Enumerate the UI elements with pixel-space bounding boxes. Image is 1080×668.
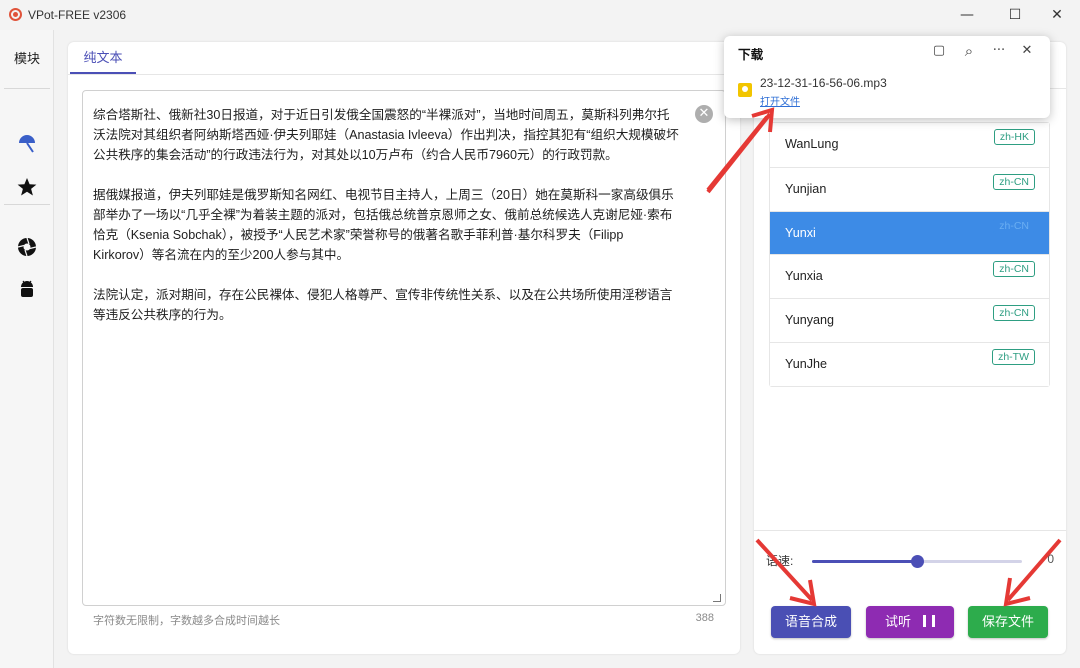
speed-slider-fill — [812, 560, 917, 563]
voice-locale-tag: zh-CN — [993, 173, 1035, 190]
synthesize-button[interactable]: 语音合成 — [771, 606, 851, 638]
voice-item[interactable]: Yunyang zh-CN — [770, 298, 1049, 342]
voice-list: WanLung zh-HK Yunjian zh-CN Yunxi zh-CN Yunxia… — [769, 122, 1050, 387]
title-bar: VPot-FREE v2306 — ☐ ✕ — [0, 0, 1080, 30]
download-title: 下载 — [738, 48, 764, 62]
voice-locale-tag: zh-CN — [993, 305, 1035, 322]
synthesize-label: 语音合成 — [784, 614, 837, 629]
tab-underline — [68, 74, 740, 75]
save-file-button[interactable]: 保存文件 — [968, 606, 1048, 638]
app-logo-icon — [9, 8, 22, 21]
speed-slider[interactable] — [812, 555, 1022, 568]
panel-divider — [754, 530, 1066, 531]
nav-divider — [4, 88, 50, 89]
umbrella-icon[interactable] — [16, 132, 38, 154]
char-limit-hint: 字符数无限制，字数越多合成时间越长 — [93, 615, 280, 627]
voice-locale-tag: zh-HK — [993, 129, 1035, 145]
close-icon[interactable]: ✕ — [1018, 42, 1036, 60]
voice-item[interactable]: YunJhe zh-TW — [770, 341, 1049, 386]
listen-label: 试听 — [884, 614, 911, 629]
voice-locale-tag: zh-CN — [993, 261, 1035, 278]
voice-item[interactable]: Yunxi zh-CN — [770, 210, 1049, 255]
voice-item[interactable]: Yunjian zh-CN — [770, 166, 1049, 211]
audio-file-icon — [738, 83, 752, 97]
voice-locale-tag: zh-CN — [993, 217, 1035, 234]
save-file-label: 保存文件 — [981, 614, 1034, 629]
more-options-icon[interactable]: ··· — [990, 42, 1008, 60]
voice-name: Yunyang — [785, 313, 835, 328]
download-filename[interactable]: 23-12-31-16-56-06.mp3 — [760, 76, 887, 90]
text-paragraph: 法院认定，派对期间，存在公民裸体、侵犯人格尊严、宣传非传统性关系、以及在公共场所… — [93, 288, 673, 322]
nav-title: 模块 — [14, 51, 41, 66]
voice-name: Yunxia — [785, 269, 823, 284]
star-icon[interactable] — [16, 176, 38, 198]
folder-icon[interactable]: ▢ — [930, 42, 948, 60]
minimize-button[interactable]: — — [952, 5, 982, 25]
maximize-button[interactable]: ☐ — [1000, 5, 1030, 25]
voice-item[interactable]: Yunxia zh-CN — [770, 254, 1049, 299]
search-icon[interactable]: ⌕ — [960, 42, 978, 60]
char-count: 388 — [695, 612, 714, 624]
voice-item[interactable]: WanLung zh-HK — [770, 123, 1049, 167]
text-editor-card: 纯文本 综合塔斯社、俄新社30日报道，对于近日引发俄全国震怒的“半裸派对”，当地… — [68, 42, 740, 654]
text-paragraph: 据俄媒报道，伊夫列耶娃是俄罗斯知名网红、电视节目主持人，上周三（20日）她在莫斯… — [93, 188, 674, 262]
aperture-icon[interactable] — [16, 236, 38, 258]
voice-panel: WanLung zh-HK Yunjian zh-CN Yunxi zh-CN Yunxia… — [754, 42, 1066, 654]
voice-name: Yunjian — [785, 181, 827, 196]
voice-name: WanLung — [785, 137, 839, 151]
pause-icon — [923, 615, 935, 627]
speed-label: 语速: — [766, 554, 794, 568]
tab-plain-text[interactable]: 纯文本 — [70, 42, 136, 74]
open-file-link[interactable]: 打开文件 — [760, 93, 800, 108]
clear-text-icon[interactable]: ✕ — [695, 105, 713, 123]
nav-divider — [4, 204, 50, 205]
text-paragraph: 综合塔斯社、俄新社30日报道，对于近日引发俄全国震怒的“半裸派对”，当地时间周五… — [93, 108, 679, 162]
android-icon[interactable] — [16, 278, 38, 300]
voice-name: YunJhe — [785, 356, 828, 371]
voice-locale-tag: zh-TW — [992, 348, 1035, 365]
voice-name: Yunxi — [785, 225, 816, 240]
speed-value: 0 — [1047, 552, 1054, 566]
resize-handle-icon[interactable] — [713, 594, 721, 602]
side-nav: 模块 — [0, 30, 54, 668]
window-title: VPot-FREE v2306 — [28, 8, 127, 22]
text-input-area[interactable]: 综合塔斯社、俄新社30日报道，对于近日引发俄全国震怒的“半裸派对”，当地时间周五… — [82, 90, 726, 606]
speed-slider-thumb[interactable] — [911, 555, 924, 568]
listen-button[interactable]: 试听 — [866, 606, 954, 638]
close-window-button[interactable]: ✕ — [1042, 5, 1072, 25]
download-popup: 下载 ▢ ⌕ ··· ✕ 23-12-31-16-56-06.mp3 打开文件 — [724, 36, 1050, 118]
